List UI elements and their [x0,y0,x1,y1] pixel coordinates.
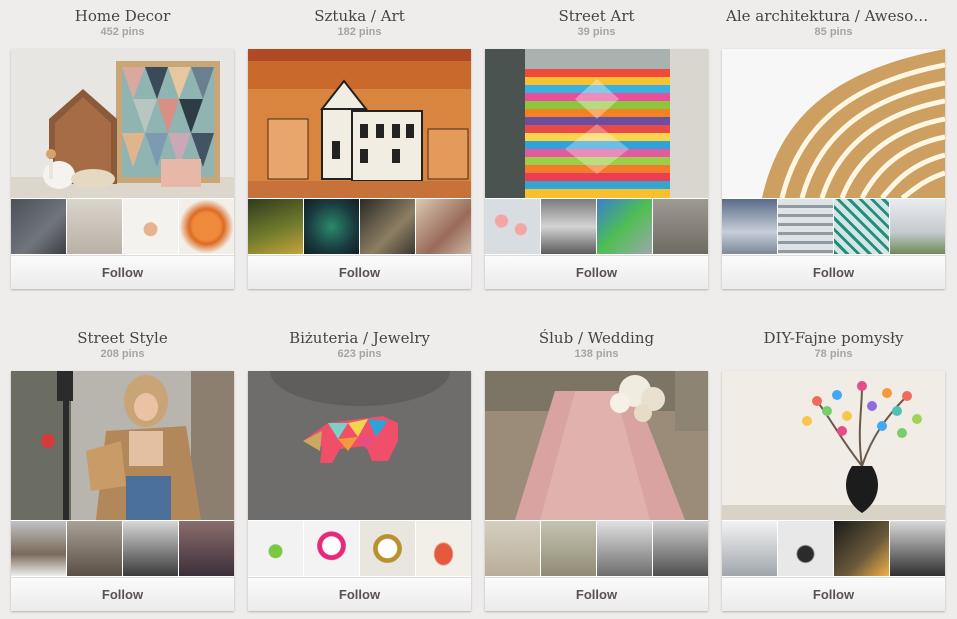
follow-button[interactable]: Follow [722,255,945,289]
thumbnail-image[interactable] [597,521,652,576]
board-cover-card[interactable]: Follow [485,49,708,289]
thumbnail-image[interactable] [485,521,540,576]
thumbnail-strip [11,521,234,576]
follow-button[interactable]: Follow [248,577,471,611]
cover-image[interactable] [485,371,708,520]
thumbnail-image[interactable] [304,521,359,576]
thumbnail-image[interactable] [123,521,178,576]
cover-image[interactable] [11,49,234,198]
pin-count: 85 pins [814,26,853,38]
thumbnail-image[interactable] [360,199,415,254]
follow-button[interactable]: Follow [248,255,471,289]
cover-image[interactable] [248,49,471,198]
thumbnail-strip [485,521,708,576]
pin-count: 138 pins [574,348,619,360]
thumbnail-strip [11,199,234,254]
board-cover-card[interactable]: Follow [722,371,945,611]
thumbnail-image[interactable] [248,199,303,254]
thumbnail-image[interactable] [541,199,596,254]
pin-count: 452 pins [100,26,145,38]
thumbnail-image[interactable] [653,521,708,576]
thumbnail-image[interactable] [11,199,66,254]
board-title[interactable]: Home Decor [11,7,234,25]
follow-button[interactable]: Follow [485,255,708,289]
thumbnail-image[interactable] [722,199,777,254]
thumbnail-image[interactable] [722,521,777,576]
cover-image[interactable] [248,371,471,520]
board-cover-card[interactable]: Follow [248,49,471,289]
board-title[interactable]: Ślub / Wedding [485,329,708,347]
thumbnail-image[interactable] [304,199,359,254]
thumbnail-image[interactable] [890,199,945,254]
pin-count: 623 pins [337,348,382,360]
board-title[interactable]: Street Art [485,7,708,25]
pin-count: 39 pins [577,26,616,38]
thumbnail-image[interactable] [248,521,303,576]
thumbnail-image[interactable] [485,199,540,254]
thumbnail-strip [248,199,471,254]
board-title[interactable]: Biżuteria / Jewelry [248,329,471,347]
cover-image[interactable] [722,371,945,520]
board-title[interactable]: Ale architektura / Awesome Architecture [722,7,945,25]
follow-button[interactable]: Follow [11,577,234,611]
cover-image[interactable] [11,371,234,520]
thumbnail-image[interactable] [360,521,415,576]
pin-count: 78 pins [814,348,853,360]
thumbnail-strip [722,199,945,254]
board-cover-card[interactable]: Follow [11,371,234,611]
thumbnail-image[interactable] [416,199,471,254]
thumbnail-image[interactable] [834,521,889,576]
board-title[interactable]: Street Style [11,329,234,347]
follow-button[interactable]: Follow [722,577,945,611]
board-cover-card[interactable]: Follow [485,371,708,611]
thumbnail-image[interactable] [67,521,122,576]
board-cover-card[interactable]: Follow [722,49,945,289]
board-cover-card[interactable]: Follow [11,49,234,289]
thumbnail-image[interactable] [123,199,178,254]
thumbnail-strip [248,521,471,576]
cover-image[interactable] [722,49,945,198]
thumbnail-image[interactable] [67,199,122,254]
thumbnail-image[interactable] [179,521,234,576]
thumbnail-image[interactable] [541,521,596,576]
board-title[interactable]: DIY-Fajne pomysły [722,329,945,347]
thumbnail-image[interactable] [890,521,945,576]
board-grid: Home Decor 452 pins Follow Sztuka / Art … [0,0,957,619]
pin-count: 208 pins [100,348,145,360]
thumbnail-image[interactable] [778,199,833,254]
thumbnail-strip [722,521,945,576]
pin-count: 182 pins [337,26,382,38]
follow-button[interactable]: Follow [485,577,708,611]
thumbnail-image[interactable] [778,521,833,576]
follow-button[interactable]: Follow [11,255,234,289]
thumbnail-image[interactable] [653,199,708,254]
cover-image[interactable] [485,49,708,198]
thumbnail-image[interactable] [416,521,471,576]
thumbnail-image[interactable] [11,521,66,576]
thumbnail-image[interactable] [179,199,234,254]
thumbnail-image[interactable] [597,199,652,254]
thumbnail-image[interactable] [834,199,889,254]
thumbnail-strip [485,199,708,254]
board-title[interactable]: Sztuka / Art [248,7,471,25]
board-cover-card[interactable]: Follow [248,371,471,611]
